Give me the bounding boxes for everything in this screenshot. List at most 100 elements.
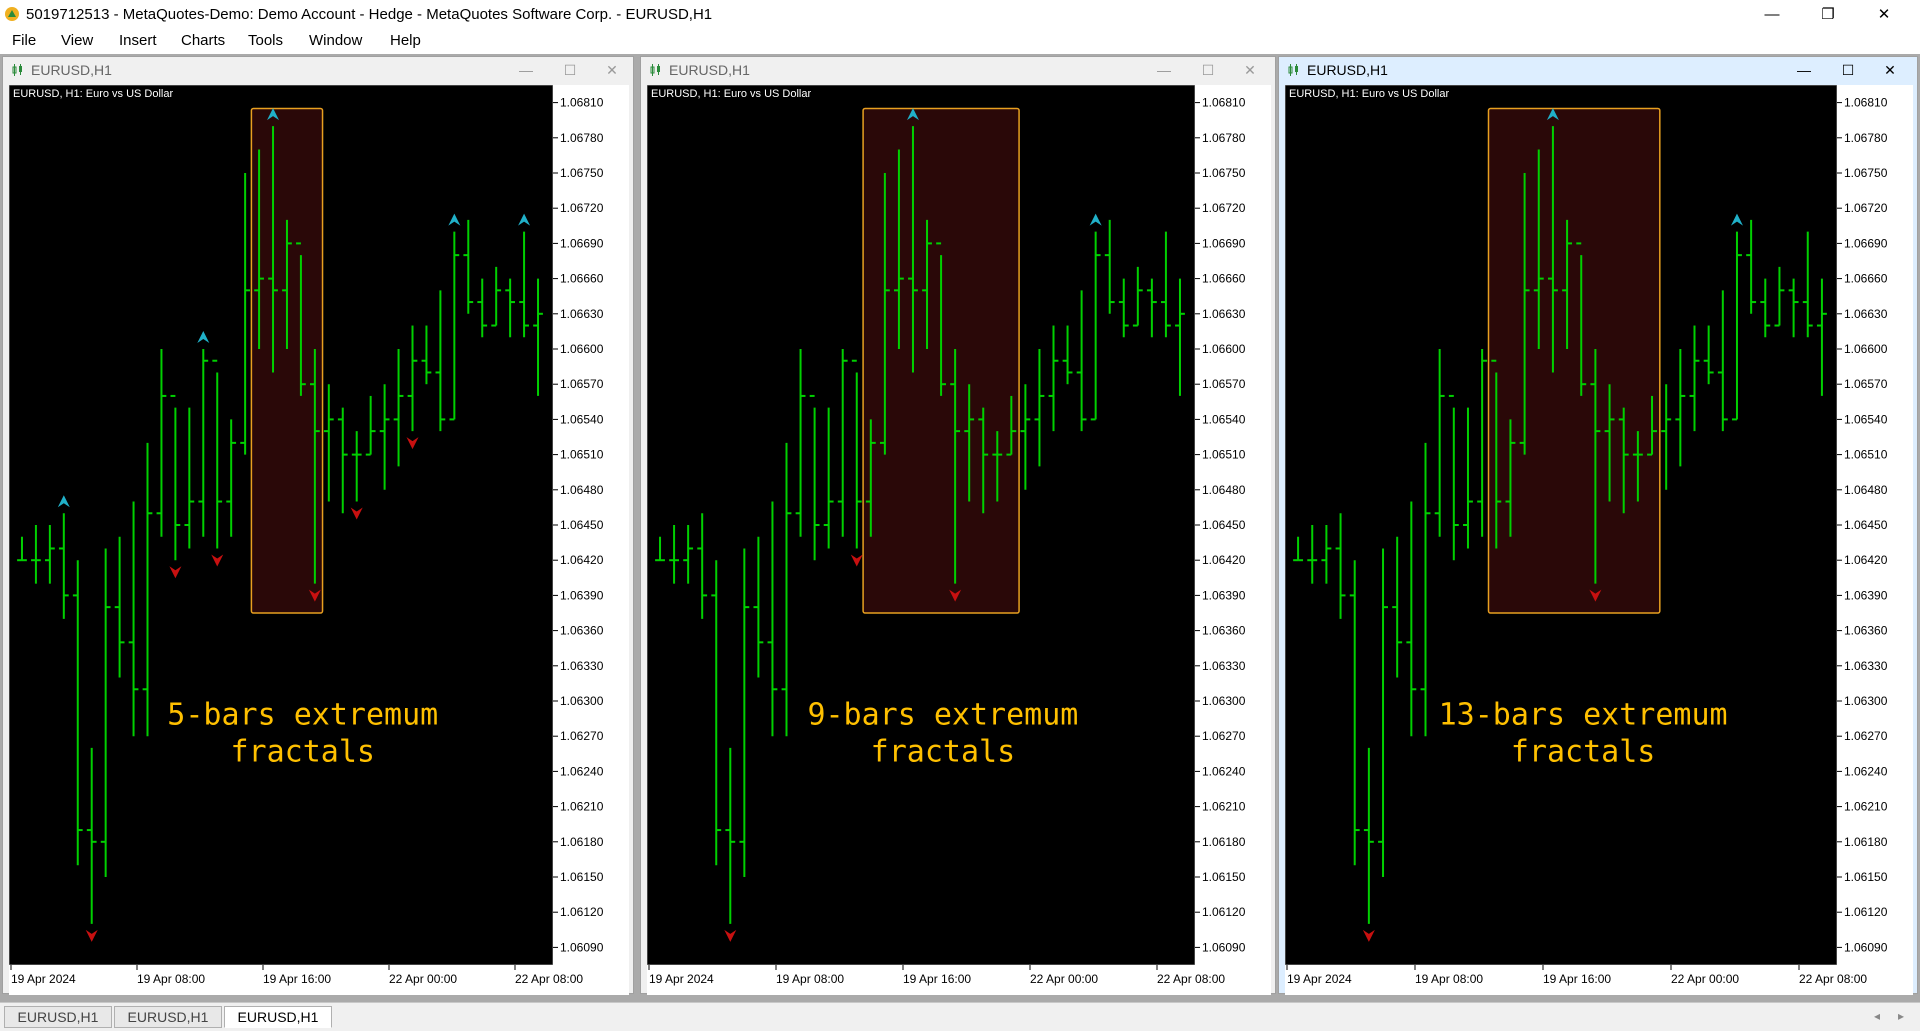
x-tick-label: 22 Apr 08:00	[1157, 972, 1225, 986]
chart-window-header[interactable]: EURUSD,H1 — ☐ ✕	[3, 57, 633, 83]
y-tick-label: 1.06600	[560, 342, 604, 356]
annotation-line-1: 5-bars extremum	[167, 697, 438, 732]
y-tick-label: 1.06810	[1844, 96, 1888, 110]
y-tick-label: 1.06450	[1844, 518, 1888, 532]
y-tick-label: 1.06480	[1844, 483, 1888, 497]
chart-maximize-button[interactable]: ☐	[1837, 60, 1859, 80]
price-axis-area	[1837, 85, 1913, 995]
y-tick-label: 1.06210	[560, 800, 604, 814]
y-tick-label: 1.06720	[560, 201, 604, 215]
chart-window-header[interactable]: EURUSD,H1 — ☐ ✕	[1279, 57, 1917, 83]
y-tick-label: 1.06510	[1202, 448, 1246, 462]
y-tick-label: 1.06270	[560, 729, 604, 743]
y-tick-label: 1.06240	[560, 764, 604, 778]
y-tick-label: 1.06090	[1844, 940, 1888, 954]
chart-maximize-button[interactable]: ☐	[1197, 60, 1219, 80]
price-chart[interactable]: EURUSD, H1: Euro vs US Dollar 9-bars extr…	[647, 85, 1271, 995]
y-tick-label: 1.06120	[1844, 905, 1888, 919]
y-tick-label: 1.06210	[1202, 800, 1246, 814]
y-tick-label: 1.06720	[1844, 201, 1888, 215]
x-tick-label: 19 Apr 2024	[1287, 972, 1352, 986]
tab-chart-1[interactable]: EURUSD,H1	[4, 1006, 112, 1028]
x-tick-label: 19 Apr 2024	[649, 972, 714, 986]
y-tick-label: 1.06660	[1844, 272, 1888, 286]
price-axis-area	[1195, 85, 1271, 995]
x-tick-label: 22 Apr 00:00	[1671, 972, 1739, 986]
y-tick-label: 1.06150	[560, 870, 604, 884]
x-tick-label: 19 Apr 08:00	[137, 972, 205, 986]
y-tick-label: 1.06780	[1202, 131, 1246, 145]
y-tick-label: 1.06360	[560, 624, 604, 638]
y-tick-label: 1.06750	[560, 166, 604, 180]
y-tick-label: 1.06630	[1202, 307, 1246, 321]
chart-window-title: EURUSD,H1	[669, 62, 750, 78]
x-tick-label: 22 Apr 08:00	[1799, 972, 1867, 986]
annotation-line-2: fractals	[1511, 734, 1656, 769]
annotation-line-2: fractals	[871, 734, 1016, 769]
chart-minimize-button[interactable]: —	[1153, 60, 1175, 80]
y-tick-label: 1.06510	[1844, 448, 1888, 462]
y-tick-label: 1.06210	[1844, 800, 1888, 814]
menu-tools[interactable]: Tools	[248, 32, 283, 49]
minimize-button[interactable]: —	[1744, 0, 1800, 28]
close-button[interactable]: ✕	[1856, 0, 1912, 28]
chart-close-button[interactable]: ✕	[1239, 60, 1261, 80]
menu-view[interactable]: View	[61, 32, 93, 49]
annotation-line-2: fractals	[231, 734, 376, 769]
price-chart[interactable]: EURUSD, H1: Euro vs US Dollar 13-bars ext…	[1285, 85, 1913, 995]
y-tick-label: 1.06240	[1844, 764, 1888, 778]
chart-window-9-bars[interactable]: EURUSD,H1 — ☐ ✕ EURUSD, H1: Euro vs US D…	[640, 56, 1276, 995]
y-tick-label: 1.06600	[1202, 342, 1246, 356]
chart-window-5-bars[interactable]: EURUSD,H1 — ☐ ✕ EURUSD, H1: Euro vs US D…	[2, 56, 634, 995]
x-tick-label: 22 Apr 00:00	[1030, 972, 1098, 986]
y-tick-label: 1.06630	[1844, 307, 1888, 321]
y-tick-label: 1.06720	[1202, 201, 1246, 215]
y-tick-label: 1.06510	[560, 448, 604, 462]
y-tick-label: 1.06660	[1202, 272, 1246, 286]
menu-window[interactable]: Window	[309, 32, 362, 49]
chart-header-label: EURUSD, H1: Euro vs US Dollar	[651, 88, 811, 100]
x-tick-label: 19 Apr 16:00	[263, 972, 331, 986]
chart-close-button[interactable]: ✕	[601, 60, 623, 80]
chart-maximize-button[interactable]: ☐	[559, 60, 581, 80]
menu-charts[interactable]: Charts	[181, 32, 225, 49]
y-tick-label: 1.06330	[1844, 659, 1888, 673]
y-tick-label: 1.06120	[1202, 905, 1246, 919]
menu-file[interactable]: File	[12, 32, 36, 49]
chart-header-label: EURUSD, H1: Euro vs US Dollar	[1289, 88, 1449, 100]
menu-help[interactable]: Help	[390, 32, 421, 49]
fractal-highlight-box	[250, 107, 324, 614]
chart-close-button[interactable]: ✕	[1879, 60, 1901, 80]
tab-chart-2[interactable]: EURUSD,H1	[114, 1006, 222, 1028]
tab-scroll-right-icon[interactable]: ▸	[1898, 1009, 1904, 1023]
y-tick-label: 1.06480	[1202, 483, 1246, 497]
chart-header-label: EURUSD, H1: Euro vs US Dollar	[13, 88, 173, 100]
y-tick-label: 1.06300	[560, 694, 604, 708]
y-tick-label: 1.06450	[1202, 518, 1246, 532]
tab-chart-3[interactable]: EURUSD,H1	[224, 1006, 332, 1028]
y-tick-label: 1.06690	[1202, 236, 1246, 250]
y-tick-label: 1.06300	[1844, 694, 1888, 708]
candlestick-icon	[1288, 64, 1298, 76]
price-axis-area	[553, 85, 629, 995]
menu-bar: File View Insert Charts Tools Window Hel…	[0, 28, 1920, 54]
y-tick-label: 1.06600	[1844, 342, 1888, 356]
y-tick-label: 1.06810	[1202, 96, 1246, 110]
candlestick-icon	[650, 64, 660, 76]
menu-insert[interactable]: Insert	[119, 32, 157, 49]
y-tick-label: 1.06540	[560, 412, 604, 426]
candlestick-icon	[12, 64, 22, 76]
price-chart[interactable]: EURUSD, H1: Euro vs US Dollar 5-bars extr…	[9, 85, 629, 995]
window-titlebar: 5019712513 - MetaQuotes-Demo: Demo Accou…	[0, 0, 1920, 28]
y-tick-label: 1.06270	[1202, 729, 1246, 743]
chart-minimize-button[interactable]: —	[1793, 60, 1815, 80]
restore-button[interactable]: ❐	[1800, 0, 1856, 28]
y-tick-label: 1.06420	[1844, 553, 1888, 567]
chart-minimize-button[interactable]: —	[515, 60, 537, 80]
y-tick-label: 1.06330	[1202, 659, 1246, 673]
y-tick-label: 1.06630	[560, 307, 604, 321]
tab-scroll-left-icon[interactable]: ◂	[1874, 1009, 1880, 1023]
chart-window-13-bars[interactable]: EURUSD,H1 — ☐ ✕ EURUSD, H1: Euro vs US D…	[1278, 56, 1918, 995]
chart-window-header[interactable]: EURUSD,H1 — ☐ ✕	[641, 57, 1275, 83]
y-tick-label: 1.06360	[1844, 624, 1888, 638]
